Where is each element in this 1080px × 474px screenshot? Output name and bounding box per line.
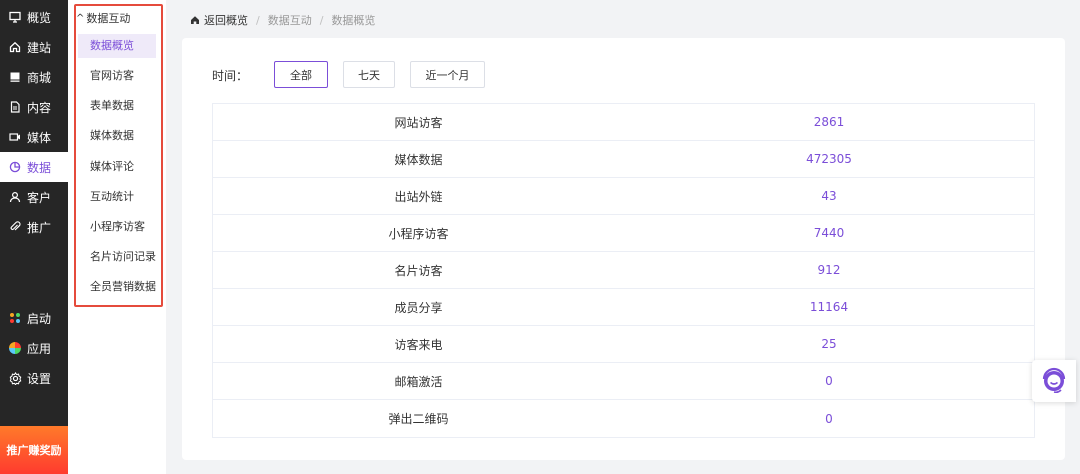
- headset-icon: [1042, 367, 1066, 394]
- stat-name: 访客来电: [394, 337, 443, 352]
- stat-value: 43: [821, 189, 837, 203]
- stat-name: 媒体数据: [394, 152, 443, 167]
- dashboard-icon: [8, 10, 22, 24]
- table-row: 媒体数据 472305: [213, 141, 1034, 178]
- main-sidebar: 概览 建站 商城 内容 媒体 数据 客户 推广 启动 应用 设置 推广赚奖励: [0, 0, 68, 474]
- video-icon: [8, 130, 22, 144]
- sidebar-item-media[interactable]: 媒体: [0, 122, 68, 152]
- filter-last-month-button[interactable]: 近一个月: [410, 61, 485, 88]
- breadcrumb-separator: /: [319, 13, 324, 27]
- launch-icon: [8, 311, 22, 325]
- submenu-item-marketing-data[interactable]: 全员营销数据: [78, 275, 156, 299]
- stat-value: 472305: [806, 152, 852, 166]
- stat-name: 出站外链: [394, 189, 443, 204]
- stat-name: 小程序访客: [388, 226, 449, 241]
- sidebar-item-promote[interactable]: 推广: [0, 212, 68, 242]
- data-overview-card: 时间： 全部 七天 近一个月 网站访客 2861 媒体数据 472305 出站外链 4…: [182, 38, 1065, 460]
- stat-name: 弹出二维码: [388, 412, 449, 426]
- filter-seven-days-button[interactable]: 七天: [343, 61, 395, 88]
- stat-value: 11164: [809, 300, 849, 314]
- table-row: 弹出二维码 0: [213, 400, 1034, 437]
- submenu-item-miniprogram-visitors[interactable]: 小程序访客: [78, 215, 156, 239]
- sidebar-item-label: 建站: [27, 40, 52, 55]
- table-row: 名片访客 912: [213, 252, 1034, 289]
- stat-value: 0: [825, 374, 833, 388]
- sidebar-item-label: 启动: [27, 311, 52, 326]
- submenu-header-label: 数据互动: [86, 12, 131, 25]
- sidebar-item-label: 设置: [27, 371, 52, 386]
- stat-name: 成员分享: [394, 300, 443, 315]
- sidebar-item-label: 媒体: [27, 130, 52, 145]
- stat-name: 名片访客: [394, 263, 443, 278]
- sidebar-item-launch[interactable]: 启动: [0, 303, 68, 333]
- sidebar-item-settings[interactable]: 设置: [0, 363, 68, 393]
- home-icon: [191, 16, 199, 24]
- sidebar-item-content[interactable]: 内容: [0, 92, 68, 122]
- table-row: 成员分享 11164: [213, 289, 1034, 326]
- customer-service-button[interactable]: [1032, 360, 1076, 402]
- table-row: 访客来电 25: [213, 326, 1034, 363]
- submenu-header[interactable]: ^ 数据互动: [76, 10, 130, 26]
- stat-value: 2861: [813, 115, 845, 129]
- sidebar-item-label: 概览: [27, 10, 52, 25]
- sidebar-item-label: 推广: [27, 220, 52, 235]
- apps-icon: [8, 341, 22, 355]
- submenu-item-site-visitors[interactable]: 官网访客: [78, 64, 156, 88]
- sidebar-item-label: 商城: [27, 70, 52, 85]
- shop-icon: [8, 70, 22, 84]
- sidebar-item-label: 客户: [27, 190, 52, 205]
- paperclip-icon: [8, 220, 22, 234]
- submenu-item-interaction-stats[interactable]: 互动统计: [78, 185, 156, 209]
- pie-chart-icon: [8, 160, 22, 174]
- stats-table: 网站访客 2861 媒体数据 472305 出站外链 43 小程序访客 7440 名片访…: [212, 103, 1035, 438]
- home-icon: [8, 40, 22, 54]
- submenu-item-form-data[interactable]: 表单数据: [78, 94, 156, 118]
- chevron-up-icon: ^: [76, 12, 85, 24]
- breadcrumb-separator: /: [256, 13, 260, 27]
- sidebar-item-site[interactable]: 建站: [0, 32, 68, 62]
- stat-value: 7440: [813, 226, 845, 240]
- table-row: 邮箱激活 0: [213, 363, 1034, 400]
- sidebar-item-apps[interactable]: 应用: [0, 333, 68, 363]
- breadcrumb-home[interactable]: 返回概览: [190, 12, 248, 28]
- document-icon: [8, 100, 22, 114]
- breadcrumb-level1[interactable]: 数据互动: [268, 12, 312, 28]
- stat-value: 0: [825, 411, 833, 426]
- sidebar-item-data[interactable]: 数据: [0, 152, 68, 182]
- table-row: 出站外链 43: [213, 178, 1034, 215]
- breadcrumb-home-label: 返回概览: [204, 14, 248, 27]
- sidebar-item-customer[interactable]: 客户: [0, 182, 68, 212]
- submenu-item-overview[interactable]: 数据概览: [78, 34, 156, 58]
- submenu-item-media-data[interactable]: 媒体数据: [78, 124, 156, 148]
- stat-name: 邮箱激活: [394, 374, 443, 389]
- submenu-item-media-comments[interactable]: 媒体评论: [78, 155, 156, 179]
- promo-label: 推广赚奖励: [6, 444, 62, 457]
- stat-value: 25: [821, 337, 837, 351]
- sidebar-item-label: 应用: [27, 341, 52, 356]
- sidebar-item-label: 数据: [27, 160, 52, 175]
- filter-all-button[interactable]: 全部: [274, 61, 328, 88]
- promo-banner[interactable]: 推广赚奖励: [0, 426, 68, 474]
- stat-name: 网站访客: [394, 115, 443, 130]
- breadcrumb-level2: 数据概览: [331, 14, 376, 27]
- time-filter-label: 时间：: [212, 69, 249, 83]
- submenu-item-card-visit-records[interactable]: 名片访问记录: [78, 245, 156, 269]
- table-row: 网站访客 2861: [213, 104, 1034, 141]
- stat-value: 912: [817, 263, 841, 277]
- sidebar-item-overview[interactable]: 概览: [0, 2, 68, 32]
- submenu: ^ 数据互动 数据概览 官网访客 表单数据 媒体数据 媒体评论 互动统计 小程序…: [68, 0, 166, 474]
- sidebar-item-label: 内容: [27, 100, 52, 115]
- table-row: 小程序访客 7440: [213, 215, 1034, 252]
- gear-icon: [8, 371, 22, 385]
- breadcrumb: 返回概览 / 数据互动 / 数据概览: [190, 12, 375, 28]
- user-icon: [8, 190, 22, 204]
- sidebar-item-shop[interactable]: 商城: [0, 62, 68, 92]
